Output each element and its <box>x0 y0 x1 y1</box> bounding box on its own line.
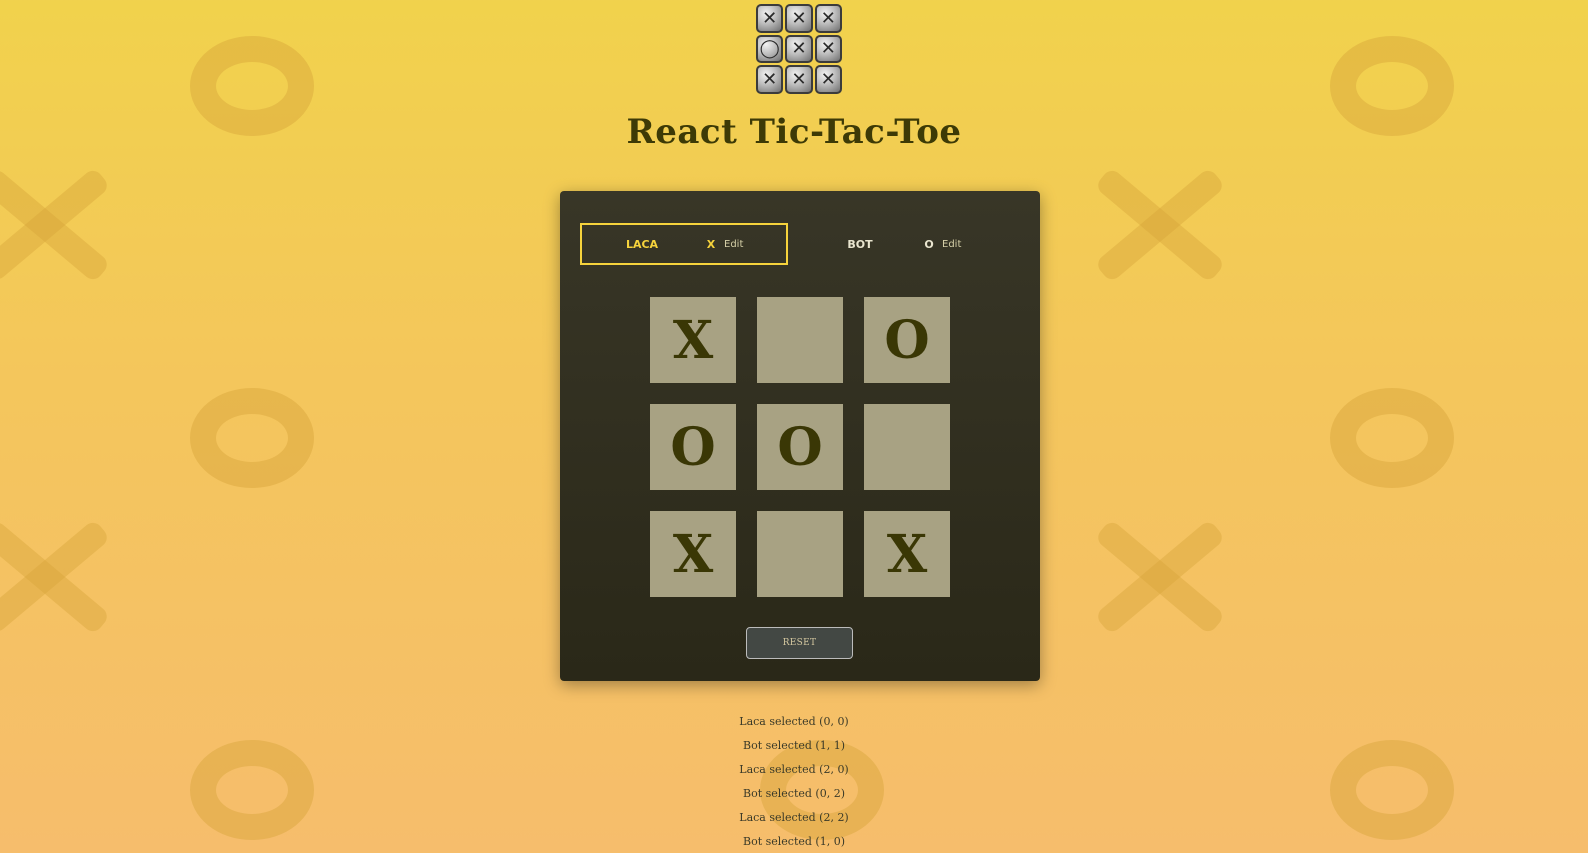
log-entry: Bot selected (1, 0) <box>742 835 845 848</box>
players-bar: LACA X Edit BOT O Edit <box>580 223 1020 265</box>
logo-x-icon: ✕ <box>814 4 842 33</box>
player-2-name: BOT <box>847 237 873 251</box>
board-cell-2-1[interactable] <box>757 511 843 597</box>
log-entry: Laca selected (0, 0) <box>739 715 849 728</box>
bg-x-mark <box>1085 160 1235 290</box>
page-title: React Tic-Tac-Toe <box>626 112 962 152</box>
logo-x-icon: ✕ <box>814 34 842 64</box>
bg-o-mark <box>190 388 314 488</box>
player-1-edit-button[interactable]: Edit <box>724 239 743 250</box>
bg-x-mark <box>0 512 120 642</box>
reset-button[interactable]: RESET <box>746 627 853 659</box>
board-cell-1-2[interactable] <box>864 404 950 490</box>
game-logo: ✕ ✕ ✕ ◯ ✕ ✕ ✕ ✕ ✕ <box>756 4 842 94</box>
board-cell-2-0[interactable]: X <box>650 511 736 597</box>
bg-x-mark <box>0 160 120 290</box>
game-board: X O O O X X <box>650 297 950 597</box>
log-entry: Laca selected (2, 2) <box>739 811 849 824</box>
game-panel: LACA X Edit BOT O Edit X O O O X X RESET <box>560 191 1040 681</box>
log-entry: Laca selected (2, 0) <box>739 763 849 776</box>
log-entry: Bot selected (0, 2) <box>742 787 845 800</box>
move-log: Laca selected (0, 0) Bot selected (1, 1)… <box>0 710 1588 853</box>
board-cell-2-2[interactable]: X <box>864 511 950 597</box>
logo-x-icon: ✕ <box>756 65 784 94</box>
player-1: LACA X Edit <box>580 223 788 265</box>
log-entry: Bot selected (1, 1) <box>742 739 845 752</box>
logo-x-icon: ✕ <box>814 65 842 94</box>
logo-x-icon: ✕ <box>785 4 813 33</box>
logo-o-icon: ◯ <box>756 34 784 64</box>
player-1-symbol: X <box>706 237 716 251</box>
bg-o-mark <box>1330 388 1454 488</box>
player-2-symbol: O <box>924 237 934 251</box>
player-1-name: LACA <box>625 237 659 251</box>
bg-x-mark <box>1085 512 1235 642</box>
board-cell-1-0[interactable]: O <box>650 404 736 490</box>
player-2-edit-button[interactable]: Edit <box>942 239 961 250</box>
player-2: BOT O Edit <box>800 223 1008 265</box>
board-cell-0-0[interactable]: X <box>650 297 736 383</box>
logo-x-icon: ✕ <box>785 34 813 64</box>
logo-x-icon: ✕ <box>785 65 813 94</box>
board-cell-0-2[interactable]: O <box>864 297 950 383</box>
board-cell-1-1[interactable]: O <box>757 404 843 490</box>
logo-x-icon: ✕ <box>756 4 784 33</box>
board-cell-0-1[interactable] <box>757 297 843 383</box>
